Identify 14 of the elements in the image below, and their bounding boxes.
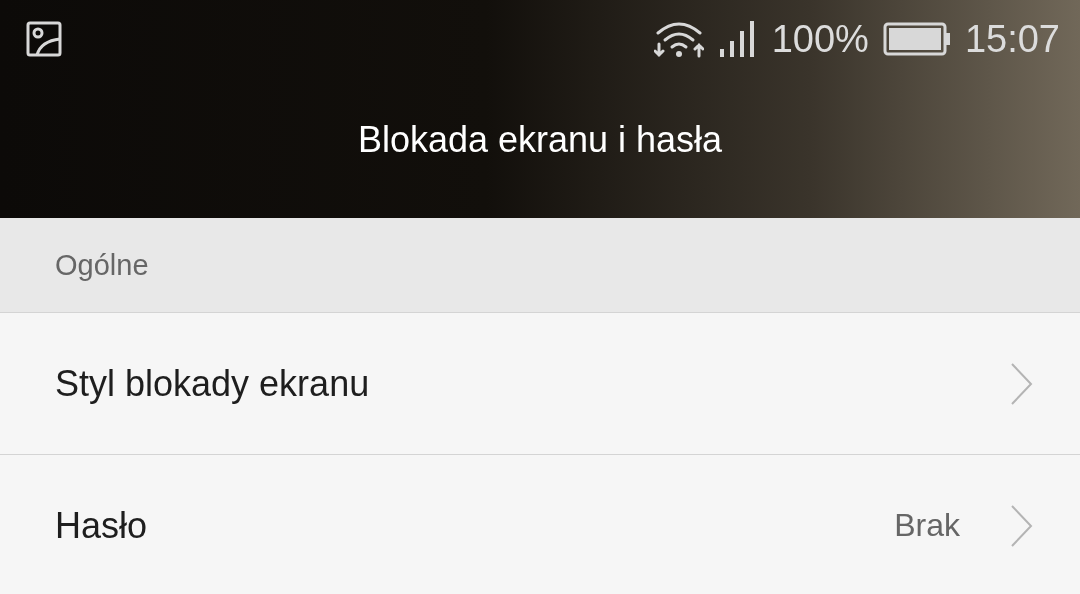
item-label: Styl blokady ekranu xyxy=(55,362,370,405)
wifi-icon xyxy=(653,19,704,59)
chevron-icon xyxy=(1010,503,1034,548)
battery-percent: 100% xyxy=(771,17,869,61)
battery-icon xyxy=(882,22,951,56)
section-title: Ogólne xyxy=(55,248,149,282)
clock-time: 15:07 xyxy=(964,17,1060,61)
picture-notification-icon xyxy=(26,21,62,57)
item-value: Brak xyxy=(894,507,960,544)
screen-title: Blokada ekranu i hasła xyxy=(357,119,723,161)
settings-item[interactable]: Styl blokady ekranu xyxy=(0,313,1080,455)
chevron-icon xyxy=(1010,361,1034,406)
item-label: Hasło xyxy=(55,504,148,547)
settings-item[interactable]: Hasło Brak xyxy=(0,455,1080,594)
